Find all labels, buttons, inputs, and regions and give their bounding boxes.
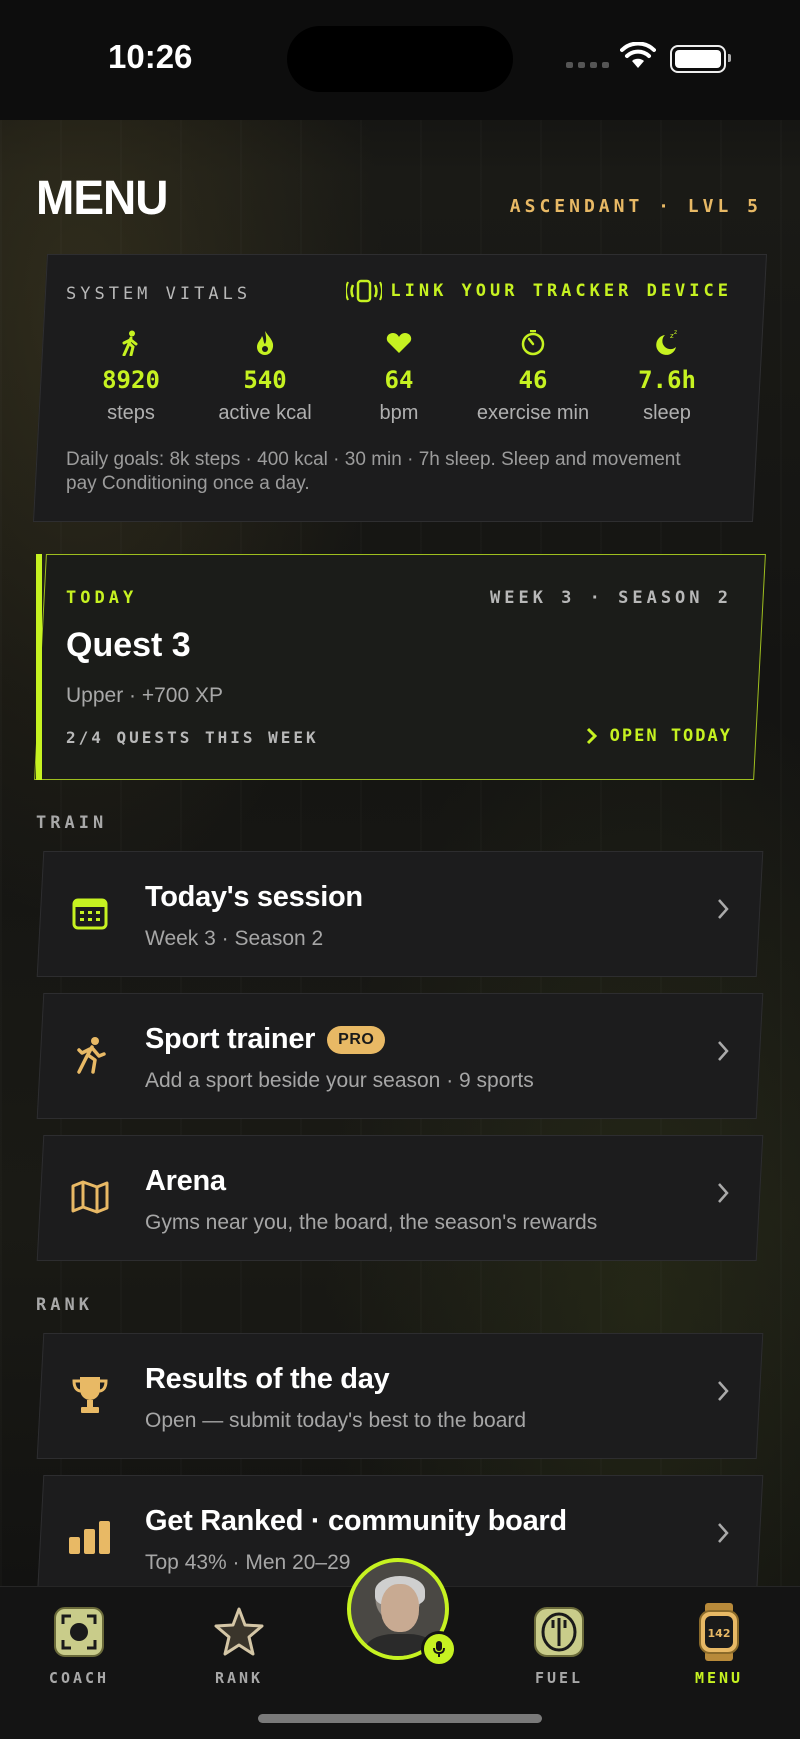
vitals-note: Daily goals: 8k steps · 400 kcal · 30 mi… <box>66 449 681 494</box>
open-today-label: OPEN TODAY <box>609 726 732 746</box>
wifi-icon <box>620 42 656 68</box>
watch-readout: 142 <box>708 1627 731 1640</box>
vital-label: active kcal <box>218 402 312 424</box>
row-title: Today's session <box>145 881 363 913</box>
tab-label: COACH <box>48 1669 110 1687</box>
chevron-right-icon <box>718 1183 729 1203</box>
quest-subtitle: Upper · +700 XP <box>66 684 224 707</box>
vital-active-kcal: 540 active kcal <box>198 328 332 425</box>
vital-steps: 8920 steps <box>64 328 198 425</box>
quest-title: Quest 3 <box>66 626 191 664</box>
vital-exercise-min: 46 exercise min <box>466 328 600 425</box>
quest-today-label: TODAY <box>66 588 138 608</box>
star-icon <box>214 1607 264 1656</box>
home-indicator <box>258 1714 542 1723</box>
watch-icon: 142 <box>699 1603 739 1661</box>
open-today-button[interactable]: OPEN TODAY <box>586 726 732 746</box>
today-quest-card[interactable]: TODAY WEEK 3 · SEASON 2 Quest 3 Upper · … <box>34 554 766 780</box>
row-subtitle: Open — submit today's best to the board <box>145 1409 527 1432</box>
dynamic-island <box>287 26 513 92</box>
results-of-the-day-row[interactable]: Results of the day Open — submit today's… <box>36 1333 764 1459</box>
bar-chart-icon <box>69 1521 110 1554</box>
calendar-icon <box>72 898 108 930</box>
row-title: Arena <box>145 1165 226 1197</box>
row-title: Sport trainer <box>145 1023 316 1055</box>
todays-session-row[interactable]: Today's session Week 3 · Season 2 <box>36 851 764 977</box>
chevron-right-icon <box>718 1523 729 1543</box>
walk-icon <box>122 330 138 356</box>
moon-icon: zz <box>656 330 677 355</box>
vital-label: sleep <box>643 402 691 424</box>
vital-value: 46 <box>518 366 548 394</box>
quest-accent-bar <box>36 554 42 780</box>
page-title: MENU <box>36 169 168 225</box>
fuel-icon <box>534 1607 584 1657</box>
vital-value: 64 <box>384 366 414 394</box>
vital-label: bpm <box>379 402 419 424</box>
vitals-heading: SYSTEM VITALS <box>66 284 252 304</box>
tracker-device-icon <box>346 279 383 303</box>
tab-coach[interactable]: COACH <box>19 1597 139 1687</box>
sport-trainer-row[interactable]: Sport trainer PRO Add a sport beside your… <box>36 993 764 1119</box>
row-title: Get Ranked · community board <box>145 1505 567 1537</box>
link-tracker-button[interactable]: LINK YOUR TRACKER DEVICE <box>346 278 732 304</box>
cellular-signal-icon <box>566 62 609 68</box>
row-title: Results of the day <box>145 1363 390 1395</box>
row-subtitle: Gyms near you, the board, the season's r… <box>145 1211 598 1234</box>
runner-icon <box>77 1037 106 1074</box>
vital-value: 7.6h <box>638 366 696 394</box>
svg-text:z: z <box>674 330 677 336</box>
chevron-right-icon <box>718 1041 729 1061</box>
coach-icon <box>54 1607 104 1657</box>
system-vitals-card: SYSTEM VITALS LINK YOUR TRACKER DEVICE 8… <box>32 254 768 522</box>
battery-icon <box>670 45 731 73</box>
microphone-icon[interactable] <box>421 1631 457 1667</box>
vital-label: steps <box>107 402 155 424</box>
chevron-right-icon <box>586 727 597 745</box>
vital-sleep: zz 7.6h sleep <box>600 328 734 425</box>
status-time: 10:26 <box>108 38 193 75</box>
chevron-right-icon <box>718 1381 729 1401</box>
vital-value: 540 <box>243 366 287 394</box>
tab-rank[interactable]: RANK <box>179 1597 299 1687</box>
quest-count: 2/4 QUESTS THIS WEEK <box>66 728 319 747</box>
tab-label: MENU <box>694 1669 744 1687</box>
vital-bpm: 64 bpm <box>332 328 466 425</box>
link-tracker-label: LINK YOUR TRACKER DEVICE <box>390 281 732 301</box>
row-subtitle: Top 43% · Men 20–29 <box>145 1551 351 1574</box>
arena-row[interactable]: Arena Gyms near you, the board, the seas… <box>36 1135 764 1261</box>
section-rank: RANK <box>36 1295 93 1315</box>
rank-level-label: ASCENDANT · LVL 5 <box>509 196 762 217</box>
heart-icon <box>386 333 412 353</box>
row-subtitle: Add a sport beside your season · 9 sport… <box>145 1069 534 1092</box>
tab-label: FUEL <box>534 1669 584 1687</box>
chevron-right-icon <box>718 899 729 919</box>
flame-icon <box>257 331 274 355</box>
tab-label: RANK <box>214 1669 264 1687</box>
section-train: TRAIN <box>36 813 108 833</box>
tab-fuel[interactable]: FUEL <box>499 1597 619 1687</box>
status-bar: 10:26 <box>0 0 800 120</box>
row-subtitle: Week 3 · Season 2 <box>145 927 324 950</box>
trophy-icon <box>72 1377 108 1413</box>
vital-value: 8920 <box>102 366 160 394</box>
quest-week-label: WEEK 3 · SEASON 2 <box>490 588 732 608</box>
map-icon <box>71 1180 109 1214</box>
timer-icon <box>521 330 545 356</box>
pro-badge: PRO <box>327 1025 386 1054</box>
tab-menu[interactable]: 142 MENU <box>659 1597 779 1687</box>
vital-label: exercise min <box>476 402 590 424</box>
